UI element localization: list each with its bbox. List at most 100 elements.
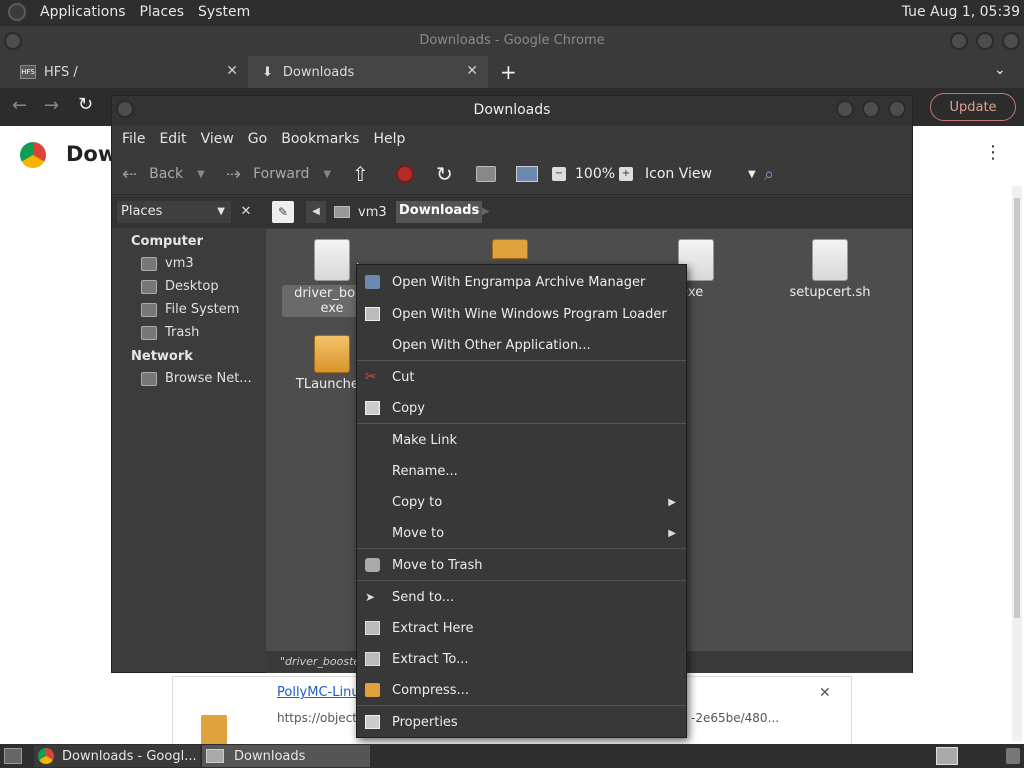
close-sidebar-icon[interactable]: ✕ [236, 201, 256, 223]
places-menu[interactable]: Places [140, 4, 185, 20]
zoom-level: 100% [575, 166, 616, 182]
scrollbar[interactable] [1012, 186, 1022, 741]
remove-download-icon[interactable]: ✕ [819, 685, 831, 701]
page-menu-icon[interactable]: ⋮ [984, 142, 1002, 163]
computer-icon[interactable] [516, 153, 538, 195]
menu-edit[interactable]: Edit [159, 131, 186, 147]
close-icon[interactable] [888, 100, 906, 118]
menu-separator [357, 423, 686, 424]
package-icon[interactable] [492, 239, 528, 259]
menu-item-send-to[interactable]: ➤ Send to... [357, 582, 686, 612]
sidebar-item-desktop[interactable]: Desktop [141, 279, 219, 294]
breadcrumb-vm3-label: vm3 [358, 204, 387, 220]
forward-arrow-icon: ⇢ [226, 163, 242, 185]
file-manager-toolbar: ⇠ Back ▼ ⇢ Forward ▼ ⇧ ↻ − 100% + Icon V… [112, 153, 912, 195]
context-menu: Open With Engrampa Archive Manager Open … [356, 264, 687, 738]
file-manager-titlebar[interactable]: Downloads [112, 96, 912, 125]
sidebar-item-browse-network[interactable]: Browse Net... [141, 371, 252, 386]
chrome-tabstrip: HFS HFS / ✕ ⬇ Downloads ✕ + ⌄ [0, 56, 1024, 88]
menu-item-open-engrampa[interactable]: Open With Engrampa Archive Manager [357, 267, 686, 297]
maximize-icon[interactable] [976, 32, 994, 50]
menu-item-compress[interactable]: Compress... [357, 675, 686, 705]
places-select[interactable]: Places ▼ [117, 201, 231, 223]
breadcrumb-right-icon[interactable]: ▶ [482, 201, 490, 223]
breadcrumb-left-icon[interactable]: ◀ [306, 201, 326, 223]
scrollbar-thumb[interactable] [1014, 198, 1020, 618]
system-menu[interactable]: System [198, 4, 250, 20]
applications-menu[interactable]: Applications [40, 4, 126, 20]
menu-separator [357, 705, 686, 706]
minimize-icon[interactable] [836, 100, 854, 118]
chrome-titlebar: Downloads - Google Chrome [0, 26, 1024, 56]
menu-item-copy[interactable]: Copy [357, 393, 686, 423]
workspace-switcher[interactable] [936, 747, 958, 765]
file-item-setupcert[interactable]: setupcert.sh [780, 239, 880, 300]
tab-search-chevron-icon[interactable]: ⌄ [994, 62, 1006, 78]
up-arrow-icon[interactable]: ⇧ [352, 153, 369, 195]
maximize-icon[interactable] [862, 100, 880, 118]
menu-item-rename[interactable]: Rename... [357, 456, 686, 486]
download-url-start: https://object [277, 711, 357, 725]
menu-item-make-link[interactable]: Make Link [357, 425, 686, 455]
clock[interactable]: Tue Aug 1, 05:39 [902, 4, 1020, 20]
breadcrumb-vm3[interactable]: vm3 [334, 201, 387, 223]
tab-label: Downloads [282, 64, 355, 80]
show-desktop-icon[interactable] [4, 748, 22, 764]
main-menu-icon[interactable] [8, 3, 26, 21]
menu-item-extract-here[interactable]: Extract Here [357, 613, 686, 643]
sidebar-item-file-system[interactable]: File System [141, 302, 239, 317]
tab-hfs[interactable]: HFS HFS / ✕ [0, 56, 248, 88]
top-panel-menus: Applications Places System [0, 0, 264, 24]
stop-icon[interactable] [396, 153, 414, 195]
submenu-arrow-icon: ▶ [668, 496, 676, 508]
taskbar-item-chrome[interactable]: Downloads - Googl... [34, 745, 200, 767]
reload-icon[interactable]: ↻ [78, 94, 93, 115]
wine-icon [365, 307, 380, 321]
tab-close-icon[interactable]: ✕ [466, 63, 478, 79]
menu-item-properties[interactable]: Properties [357, 707, 686, 737]
forward-history-chevron-icon[interactable]: ▼ [323, 169, 331, 180]
breadcrumb-downloads[interactable]: Downloads [396, 201, 483, 223]
back-arrow-icon[interactable]: ← [12, 95, 27, 116]
taskbar-item-label: Downloads - Googl... [62, 748, 197, 764]
close-icon[interactable] [1002, 32, 1020, 50]
taskbar-item-downloads[interactable]: Downloads [202, 745, 370, 767]
menu-item-open-other[interactable]: Open With Other Application... [357, 330, 686, 360]
taskbar-item-label: Downloads [234, 748, 306, 764]
view-mode-select[interactable]: Icon View ▼ [645, 153, 756, 195]
extract-icon [365, 652, 380, 666]
home-icon[interactable] [476, 153, 496, 195]
zoom-out-icon[interactable]: − [552, 153, 566, 195]
zoom-in-icon[interactable]: + [619, 153, 633, 195]
sidebar-item-trash[interactable]: Trash [141, 325, 199, 340]
tab-downloads[interactable]: ⬇ Downloads ✕ [248, 56, 488, 88]
download-file-link[interactable]: PollyMC-Linux [277, 685, 367, 700]
forward-button[interactable]: ⇢ Forward ▼ [226, 153, 331, 195]
menu-bookmarks[interactable]: Bookmarks [281, 131, 359, 147]
tab-close-icon[interactable]: ✕ [226, 63, 238, 79]
menu-item-copy-to[interactable]: Copy to ▶ [357, 487, 686, 517]
trash-applet-icon[interactable] [1006, 748, 1020, 764]
menu-help[interactable]: Help [373, 131, 405, 147]
reload-icon[interactable]: ↻ [436, 153, 453, 195]
menu-view[interactable]: View [201, 131, 234, 147]
minimize-icon[interactable] [950, 32, 968, 50]
top-panel: Applications Places System Tue Aug 1, 05… [0, 0, 1024, 24]
hfs-favicon-icon: HFS [20, 65, 36, 79]
menu-file[interactable]: File [122, 131, 145, 147]
menu-item-extract-to[interactable]: Extract To... [357, 644, 686, 674]
menu-item-open-wine[interactable]: Open With Wine Windows Program Loader [357, 299, 686, 329]
back-history-chevron-icon[interactable]: ▼ [197, 169, 205, 180]
properties-icon [365, 715, 380, 729]
update-button[interactable]: Update [930, 93, 1016, 121]
sidebar-item-vm3[interactable]: vm3 [141, 256, 194, 271]
new-tab-icon[interactable]: + [500, 60, 517, 84]
menu-item-move-to-trash[interactable]: Move to Trash [357, 550, 686, 580]
menu-go[interactable]: Go [248, 131, 267, 147]
menu-item-move-to[interactable]: Move to ▶ [357, 518, 686, 548]
search-icon[interactable]: ⌕ [764, 153, 774, 195]
forward-arrow-icon[interactable]: → [44, 95, 59, 116]
menu-item-cut[interactable]: ✂ Cut [357, 362, 686, 392]
back-button[interactable]: ⇠ Back ▼ [122, 153, 205, 195]
edit-location-icon[interactable]: ✎ [272, 201, 294, 223]
